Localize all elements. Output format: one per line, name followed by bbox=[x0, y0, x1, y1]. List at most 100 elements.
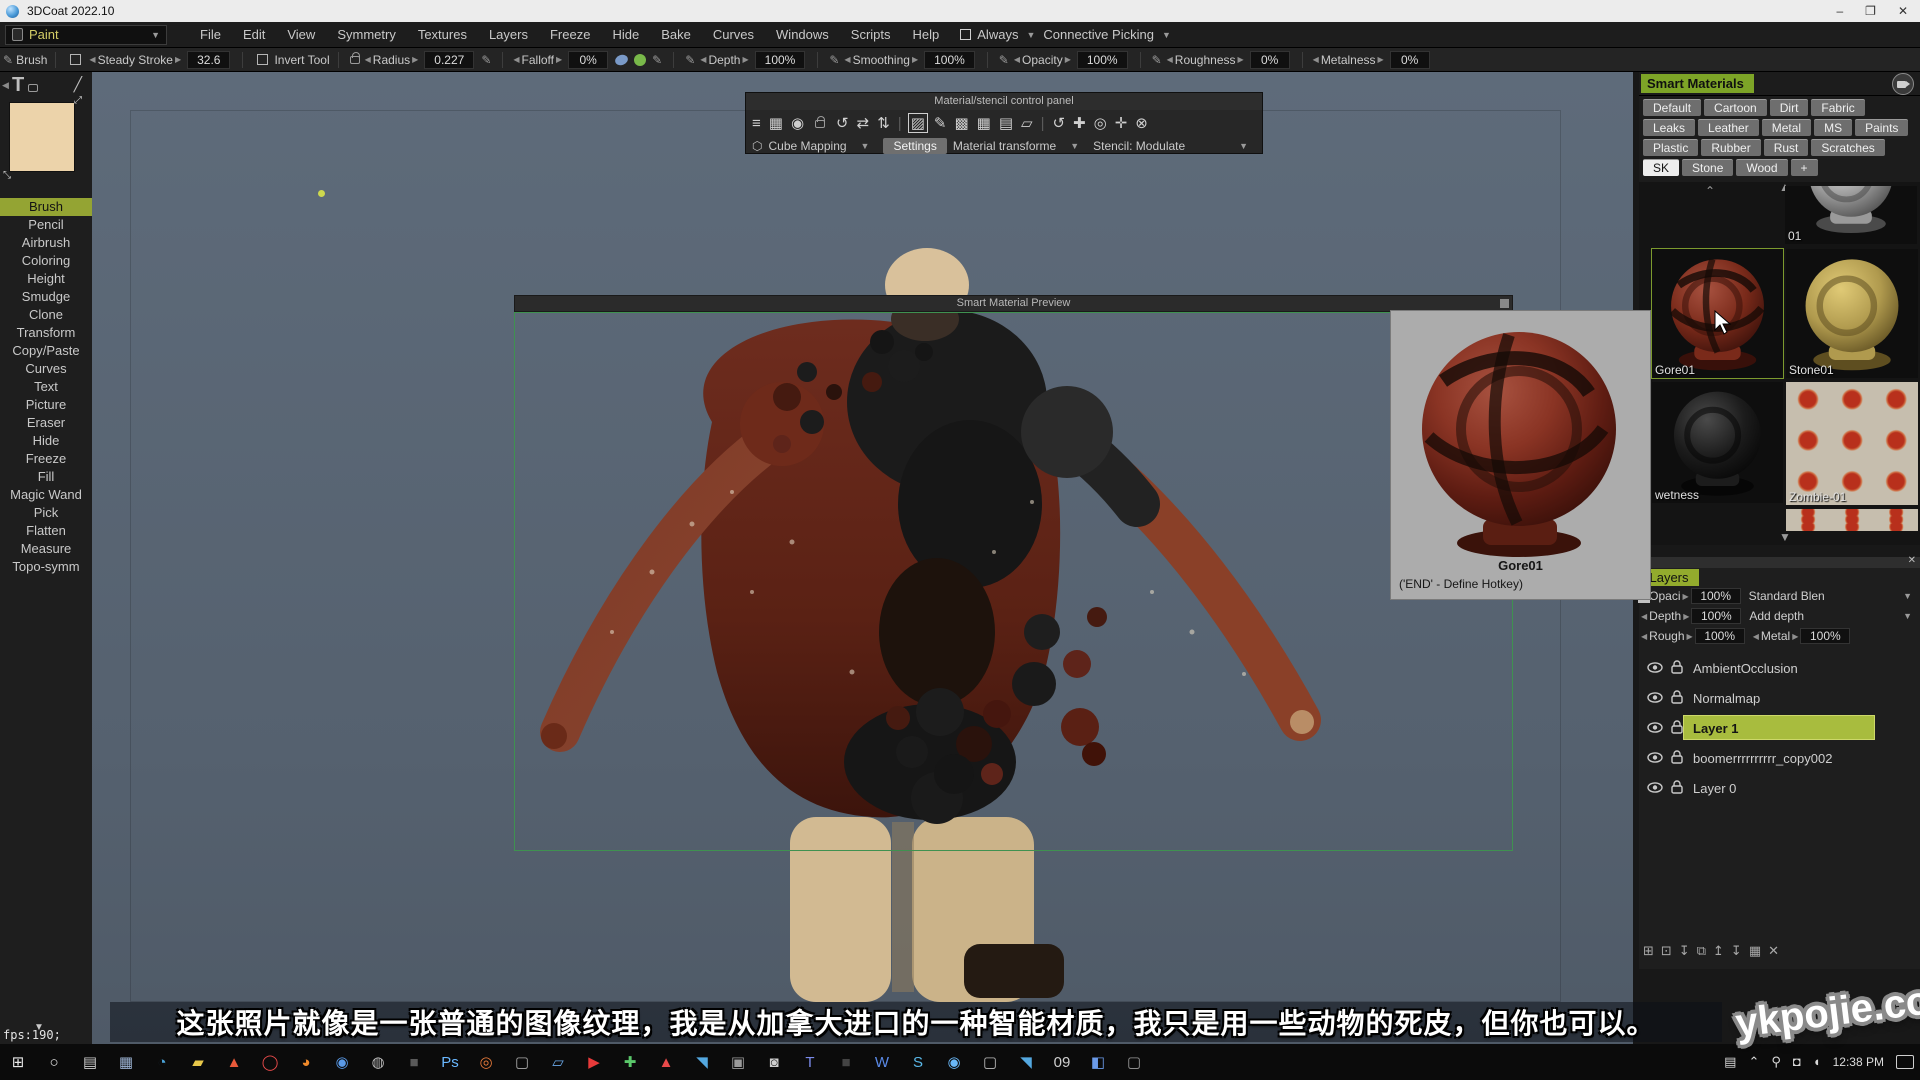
decrease-arrow-icon[interactable]: ◀ bbox=[511, 55, 521, 64]
move-icon[interactable]: ✚ bbox=[1071, 114, 1088, 132]
news-tray-icon[interactable]: ▤ bbox=[1724, 1054, 1736, 1070]
material-stencil-panel-title[interactable]: Material/stencil control panel bbox=[746, 93, 1262, 110]
swap-icon[interactable]: ⇄ bbox=[855, 114, 872, 132]
steady-stroke-value[interactable]: 32.6 bbox=[187, 51, 230, 69]
add-folder-icon[interactable]: ⊡ bbox=[1661, 943, 1672, 959]
delete-icon[interactable]: ✕ bbox=[1768, 943, 1779, 959]
task-view-button[interactable]: ▤ bbox=[72, 1044, 108, 1080]
close-icon[interactable]: ⊗ bbox=[1133, 114, 1150, 132]
blend-mode-dropdown[interactable]: Standard Blen bbox=[1749, 589, 1825, 603]
layer-lock-icon[interactable] bbox=[1663, 750, 1683, 767]
decrease-arrow-icon[interactable]: ◀ bbox=[842, 55, 852, 64]
invert-tool-checkbox[interactable] bbox=[257, 54, 268, 65]
teams-app[interactable]: T bbox=[792, 1044, 828, 1080]
edge-app[interactable]: ◔ bbox=[144, 1044, 180, 1080]
materials-tab-default[interactable]: Default bbox=[1643, 99, 1701, 116]
dark-app[interactable]: ■ bbox=[396, 1044, 432, 1080]
tool-item-curves[interactable]: Curves bbox=[0, 360, 92, 378]
stroke-shape-icon[interactable] bbox=[614, 53, 630, 67]
always-checkbox[interactable] bbox=[960, 29, 971, 40]
color-sphere-icon[interactable] bbox=[634, 54, 646, 66]
material-thumb-01[interactable]: 01 bbox=[1785, 186, 1917, 244]
add-depth-dropdown[interactable]: Add depth bbox=[1749, 609, 1804, 623]
camera-icon[interactable] bbox=[1892, 73, 1914, 95]
adobe-app[interactable]: ▲ bbox=[648, 1044, 684, 1080]
pen-icon[interactable]: ✎ bbox=[652, 53, 662, 67]
curve-pen-icon[interactable]: ✎ bbox=[685, 53, 695, 67]
materials-tab-stone[interactable]: Stone bbox=[1682, 159, 1733, 176]
hidden-icons-chevron[interactable]: ⌃ bbox=[1748, 1054, 1759, 1070]
widgets-app[interactable]: ▦ bbox=[108, 1044, 144, 1080]
close-icon[interactable]: ✕ bbox=[1908, 555, 1916, 566]
tool-item-copy-paste[interactable]: Copy/Paste bbox=[0, 342, 92, 360]
menu-item-freeze[interactable]: Freeze bbox=[539, 24, 601, 45]
materials-tab-fabric[interactable]: Fabric bbox=[1811, 99, 1864, 116]
materials-tab-[interactable]: + bbox=[1791, 159, 1818, 176]
layer-metal-value[interactable]: 100% bbox=[1800, 628, 1850, 644]
curve-pen-icon[interactable]: ✎ bbox=[481, 53, 491, 67]
undo-icon[interactable]: ↺ bbox=[834, 114, 851, 132]
active-color-swatch[interactable]: ⤢ ⤡ bbox=[9, 102, 75, 172]
menu-item-symmetry[interactable]: Symmetry bbox=[326, 24, 407, 45]
decrease-arrow-icon[interactable]: ◀ bbox=[1165, 55, 1175, 64]
layer-visibility-eye-icon[interactable] bbox=[1639, 661, 1663, 676]
opacity-value[interactable]: 100% bbox=[1077, 51, 1128, 69]
word-app[interactable]: W bbox=[864, 1044, 900, 1080]
layer-lock-icon[interactable] bbox=[1663, 780, 1683, 797]
lock-icon[interactable] bbox=[810, 115, 830, 132]
tool-item-measure[interactable]: Measure bbox=[0, 540, 92, 558]
grey-app-2[interactable]: ▣ bbox=[720, 1044, 756, 1080]
menu-item-scripts[interactable]: Scripts bbox=[840, 24, 902, 45]
materials-tab-rubber[interactable]: Rubber bbox=[1701, 139, 1760, 156]
grid-sparse-icon[interactable]: ▦ bbox=[975, 114, 993, 132]
tool-item-fill[interactable]: Fill bbox=[0, 468, 92, 486]
tool-item-pencil[interactable]: Pencil bbox=[0, 216, 92, 234]
decrease-arrow-icon[interactable]: ◀ bbox=[1751, 632, 1761, 641]
tool-item-height[interactable]: Height bbox=[0, 270, 92, 288]
lock-radius-icon[interactable] bbox=[350, 56, 360, 64]
taskbar-clock[interactable]: 12:38 PM bbox=[1833, 1055, 1884, 1069]
chevron-down-icon[interactable]: ▼ bbox=[1903, 611, 1912, 621]
layer-lock-icon[interactable] bbox=[1663, 690, 1683, 707]
increase-arrow-icon[interactable]: ▶ bbox=[740, 55, 750, 64]
grid-icon[interactable]: ▦ bbox=[767, 114, 785, 132]
add-layer-icon[interactable]: ⊞ bbox=[1643, 943, 1654, 959]
tool-item-smudge[interactable]: Smudge bbox=[0, 288, 92, 306]
cube-mapping-dropdown[interactable]: Cube Mapping bbox=[768, 139, 846, 153]
materials-tab-plastic[interactable]: Plastic bbox=[1643, 139, 1698, 156]
youtube-app[interactable]: ▶ bbox=[576, 1044, 612, 1080]
increase-arrow-icon[interactable]: ▶ bbox=[1790, 632, 1800, 641]
decrease-arrow-icon[interactable]: ◀ bbox=[87, 55, 97, 64]
layer-row-boomerrrrrrrrrr-copy002[interactable]: boomerrrrrrrrrr_copy002 bbox=[1639, 743, 1920, 773]
materials-tab-leaks[interactable]: Leaks bbox=[1643, 119, 1695, 136]
increase-arrow-icon[interactable]: ▶ bbox=[1063, 55, 1073, 64]
zoom-icon[interactable]: ◎ bbox=[1092, 114, 1109, 132]
materials-tab-rust[interactable]: Rust bbox=[1764, 139, 1809, 156]
hatch-stencil-icon[interactable]: ▨ bbox=[908, 113, 928, 133]
material-thumb-partial[interactable] bbox=[1786, 509, 1918, 531]
tool-item-coloring[interactable]: Coloring bbox=[0, 252, 92, 270]
close-button[interactable]: ✕ bbox=[1898, 4, 1908, 18]
materials-tab-scratches[interactable]: Scratches bbox=[1811, 139, 1884, 156]
menu-item-layers[interactable]: Layers bbox=[478, 24, 539, 45]
chevron-down-icon[interactable]: ▼ bbox=[861, 141, 870, 151]
text-tool-icon[interactable]: T bbox=[12, 74, 24, 97]
layer-visibility-eye-icon[interactable] bbox=[1639, 751, 1663, 766]
tool-item-text[interactable]: Text bbox=[0, 378, 92, 396]
pencil-icon[interactable]: ✎ bbox=[932, 114, 949, 132]
material-transform-dropdown[interactable]: Material transforme bbox=[953, 139, 1056, 153]
chevron-down-icon[interactable]: ▼ bbox=[1070, 141, 1079, 151]
menu-item-hide[interactable]: Hide bbox=[601, 24, 650, 45]
radius-value[interactable]: 0.227 bbox=[424, 51, 474, 69]
menu-item-file[interactable]: File bbox=[189, 24, 232, 45]
firefox-app[interactable]: ◕ bbox=[288, 1044, 324, 1080]
paint3d-app[interactable]: ◧ bbox=[1080, 1044, 1116, 1080]
chevron-down-icon[interactable]: ▼ bbox=[1162, 30, 1171, 40]
shield-tray-icon[interactable]: ◘ bbox=[1793, 1054, 1801, 1070]
opera-gx-app[interactable]: ◎ bbox=[468, 1044, 504, 1080]
menu-item-help[interactable]: Help bbox=[902, 24, 951, 45]
increase-arrow-icon[interactable]: ▶ bbox=[410, 55, 420, 64]
tool-item-eraser[interactable]: Eraser bbox=[0, 414, 92, 432]
layer-lock-icon[interactable] bbox=[1663, 660, 1683, 677]
smoothing-value[interactable]: 100% bbox=[924, 51, 975, 69]
